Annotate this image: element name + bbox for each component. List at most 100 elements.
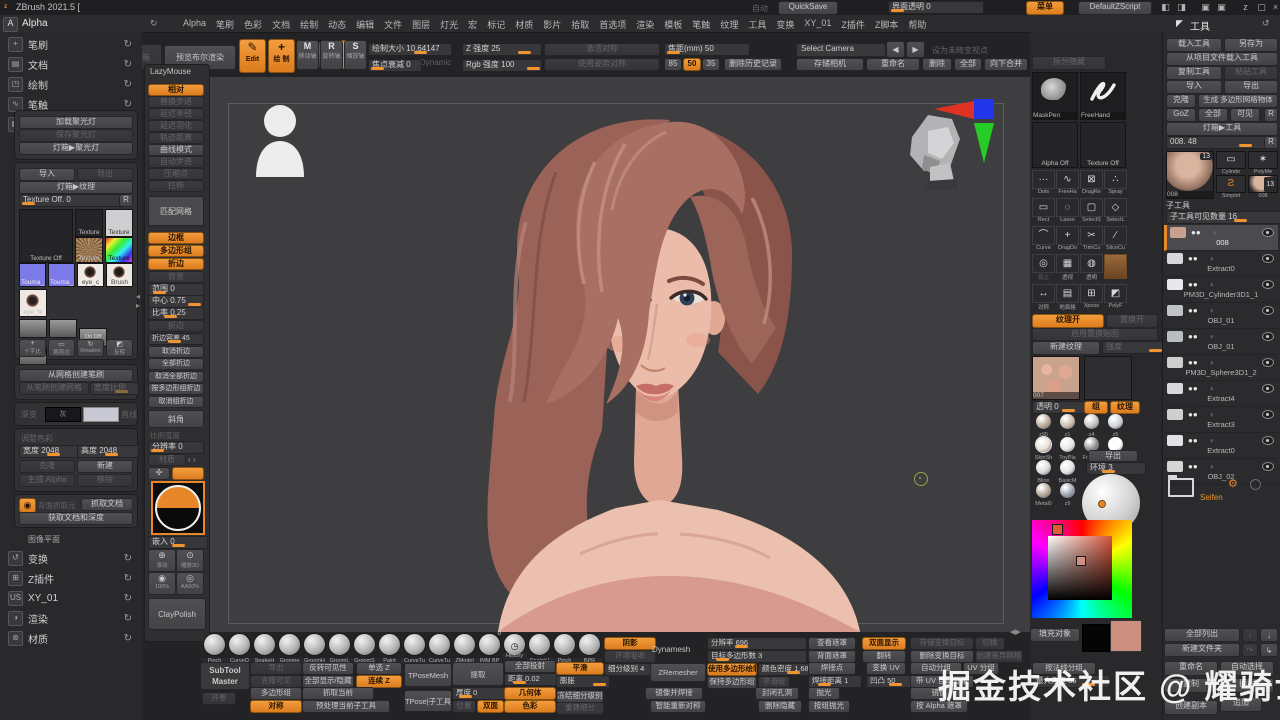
spotlight-head-silhouette[interactable] <box>252 103 308 177</box>
texture-tool-2[interactable]: ↻Rotation <box>77 339 104 357</box>
save-as-button[interactable]: 另存为 <box>1224 38 1278 52</box>
menu-item-21[interactable]: 变换 <box>771 18 799 31</box>
bevel-button[interactable]: 斜角 <box>148 410 204 428</box>
focal-85-button[interactable]: 85 <box>664 58 682 71</box>
folder-gear-icon[interactable]: ⚙ <box>1228 477 1238 490</box>
default-zscript-button[interactable]: DefaultZScript <box>1078 1 1152 15</box>
subtool-row[interactable]: ●●◐008 <box>1164 225 1278 251</box>
brush-Groome-3[interactable]: Groome <box>277 633 302 664</box>
tray-left-icon[interactable]: ◧ <box>1158 2 1173 13</box>
menu-item-13[interactable]: 影片 <box>538 18 566 31</box>
bottom-bottom-col3-2[interactable]: 抓取当前 <box>302 687 374 700</box>
brush-Pinch-0[interactable]: Pinch <box>202 633 227 664</box>
goz-visible-button[interactable]: 可见 <box>1230 108 1260 122</box>
current-stroke-thumb[interactable]: FreeHand <box>1080 72 1126 120</box>
brush-from-mesh-button[interactable]: 从网格创建笔刷 <box>19 369 133 382</box>
rename-camera-button[interactable]: 重命名 <box>866 58 920 71</box>
bottom-bottom-disp-0[interactable]: 双面显示 <box>862 637 906 650</box>
paint-toggle-icon[interactable]: ●● <box>1188 436 1198 445</box>
grab-doc-depth-button[interactable]: 获取文档和深度 <box>19 512 133 525</box>
brush-Pinch-14[interactable]: Pinch <box>552 633 577 664</box>
mini-thumb-SimpleI[interactable]: ƧSimpleI <box>1216 175 1246 199</box>
material-z5[interactable]: z5 <box>1104 414 1127 438</box>
bottom-bottom-disp-3[interactable]: 凹凸 50 <box>866 675 912 688</box>
bottom-bottom-col6-2[interactable]: 位置 <box>452 700 476 713</box>
z-intensity-slider[interactable]: Z 强度 25 <box>462 43 542 56</box>
gradient-light-swatch[interactable] <box>83 407 119 422</box>
empty-texture-thumb[interactable] <box>1084 356 1132 400</box>
mask-toggle-icon[interactable]: ◐ <box>1210 332 1215 341</box>
menu-item-19[interactable]: 纹理 <box>715 18 743 31</box>
texture-off-thumb[interactable]: Texture Off <box>19 209 73 263</box>
nav-100%-button[interactable]: ◉100% <box>148 572 176 595</box>
draw-button[interactable]: +绘 制 <box>268 39 295 73</box>
bottom-bottom-col8-0[interactable]: 平滑 <box>556 662 604 675</box>
texture-tool-0[interactable]: +十字比 <box>19 339 46 357</box>
subtool-master-button[interactable]: SubTool Master <box>200 662 250 690</box>
palette-refresh-icon[interactable]: ↻ <box>124 593 132 604</box>
stroke-item-1[interactable]: 替换步进 <box>148 96 204 108</box>
bottom-bottom-mask-1[interactable]: 背面遮罩 <box>808 650 856 663</box>
menu-item-2[interactable]: 色彩 <box>239 18 267 31</box>
texture-export-button[interactable]: 导出 <box>77 168 133 181</box>
palette-refresh-icon[interactable]: ↻ <box>124 573 132 584</box>
embed-slider[interactable]: 嵌入 0 <box>148 536 208 549</box>
grab-doc-button[interactable]: 抓取文档 <box>81 498 133 511</box>
new-folder-button[interactable]: 新建文件夹 <box>1164 643 1240 657</box>
claypolish-button[interactable]: ClayPolish <box>148 598 206 630</box>
paint-toggle-icon[interactable]: ●● <box>1188 254 1198 263</box>
camera-gizmo-polyhead[interactable] <box>898 97 1010 189</box>
bottom-bottom-mt-0[interactable]: 存储变换目标 <box>910 637 974 650</box>
menu-item-15[interactable]: 首选项 <box>594 18 631 31</box>
sv-marker[interactable] <box>1076 556 1086 566</box>
width-ratio-slider[interactable]: 宽度比例 <box>90 382 139 395</box>
menu-item-18[interactable]: 笔触 <box>687 18 715 31</box>
toggle2-[interactable]: ▤地面格 <box>1056 284 1079 311</box>
eye-texture-thumb[interactable]: eye_bl <box>19 289 47 317</box>
bottom-bottom-col6-3[interactable]: 双面 <box>477 700 504 713</box>
document-canvas[interactable]: ◀▶ <box>210 77 1030 632</box>
preview-toggle-button[interactable] <box>172 467 204 480</box>
paste-config-icon[interactable]: ▣ <box>1214 2 1229 13</box>
left-palette-bottom-4[interactable]: ⊛材质↻ <box>0 628 142 648</box>
grayscale-thumb-1[interactable] <box>49 319 77 338</box>
fill-object-button[interactable]: 填充对象 <box>1030 628 1080 642</box>
mask-toggle-icon[interactable]: ◐ <box>1210 306 1215 315</box>
tray-right-icon[interactable]: ◨ <box>1174 2 1189 13</box>
left-palette-bottom-2[interactable]: USXY_01↻ <box>0 588 142 608</box>
bottom-bottom-disp-1[interactable]: 翻转 <box>862 650 906 663</box>
bottom-bottom-dyna_b-6[interactable]: 封闭孔洞 <box>755 687 799 700</box>
menu-item-17[interactable]: 模板 <box>659 18 687 31</box>
color-picker-sv[interactable] <box>1048 536 1112 600</box>
goz-button[interactable]: GoZ <box>1166 108 1196 122</box>
visibility-eye-icon[interactable] <box>1262 462 1274 471</box>
focal-35-button[interactable]: 35 <box>702 58 720 71</box>
group-button[interactable]: 组 <box>1084 401 1108 414</box>
subtool-row[interactable]: ●●◐Extract4 <box>1164 381 1278 407</box>
lightbox-tool-button[interactable]: 灯箱▶工具 <box>1166 122 1278 136</box>
list-all-button[interactable]: 全部列出 <box>1164 628 1240 642</box>
material-mini-button[interactable]: 材质 <box>148 454 186 466</box>
mask-toggle-icon[interactable]: ◐ <box>1210 358 1215 367</box>
texture-thumb[interactable]: Texture <box>75 209 103 237</box>
bottom-bottom-col2-0[interactable]: 导出 <box>250 662 302 675</box>
brush-SnakeH-2[interactable]: SnakeH <box>252 633 277 664</box>
bottom-bottom-col2-1[interactable]: 克隆可见 <box>250 675 302 688</box>
select2-DragDo[interactable]: +DragDo <box>1056 226 1079 251</box>
bottom-bottom-col7-1[interactable]: 距离 0.02 <box>504 673 562 686</box>
brush-ZModel-10[interactable]: ZModel <box>452 633 477 664</box>
bottom-bottom-col2-3[interactable]: 对称 <box>250 700 302 713</box>
select2-SliceCu[interactable]: ∕SliceCu <box>1104 226 1127 251</box>
remove-doc-button[interactable]: 移除 <box>77 474 133 487</box>
bottom-bottom-bpr-0[interactable]: 阴影 <box>604 637 656 650</box>
visibility-eye-icon[interactable] <box>1262 436 1274 445</box>
load-spotlight-button[interactable]: 加载聚光灯 <box>19 116 133 129</box>
palette-refresh-icon[interactable]: ↻ <box>124 79 132 90</box>
make-polymesh-button[interactable]: 生成 多边形网格物体 <box>1198 94 1278 108</box>
visibility-eye-icon[interactable] <box>1262 384 1274 393</box>
bottom-bottom-col7-3[interactable]: 色彩 <box>504 700 556 713</box>
material-z9[interactable]: z9 <box>1056 483 1079 507</box>
color-picker-hue[interactable] <box>1032 520 1132 618</box>
resolution-slider[interactable]: 分辨率 0 <box>148 441 204 454</box>
quicksave-button[interactable]: QuickSave <box>778 1 838 15</box>
